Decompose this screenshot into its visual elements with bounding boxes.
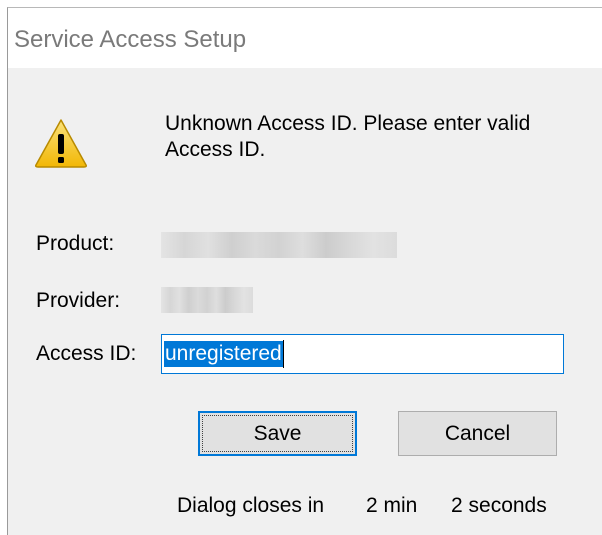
title-bar[interactable]: Service Access Setup xyxy=(8,8,602,68)
page: Service Access Setup Unknown Access ID. … xyxy=(0,0,602,535)
countdown-prefix: Dialog closes in xyxy=(177,494,325,517)
provider-label: Provider: xyxy=(36,289,121,312)
warning-icon xyxy=(35,119,87,168)
save-button[interactable]: Save xyxy=(198,411,357,456)
product-value-redacted xyxy=(161,232,397,258)
service-access-dialog: Service Access Setup Unknown Access ID. … xyxy=(7,7,602,535)
access-id-input[interactable]: unregistered xyxy=(161,334,564,374)
access-id-label: Access ID: xyxy=(36,342,137,365)
text-caret xyxy=(283,340,284,368)
product-label: Product: xyxy=(36,232,115,255)
provider-value-redacted xyxy=(161,287,253,313)
countdown-seconds: 2 seconds xyxy=(451,494,547,517)
error-message: Unknown Access ID. Please enter valid Ac… xyxy=(165,112,531,161)
access-id-selected-text: unregistered xyxy=(164,341,283,367)
window-title: Service Access Setup xyxy=(14,26,247,53)
countdown-minutes: 2 min xyxy=(366,494,418,517)
cancel-button[interactable]: Cancel xyxy=(398,411,557,456)
